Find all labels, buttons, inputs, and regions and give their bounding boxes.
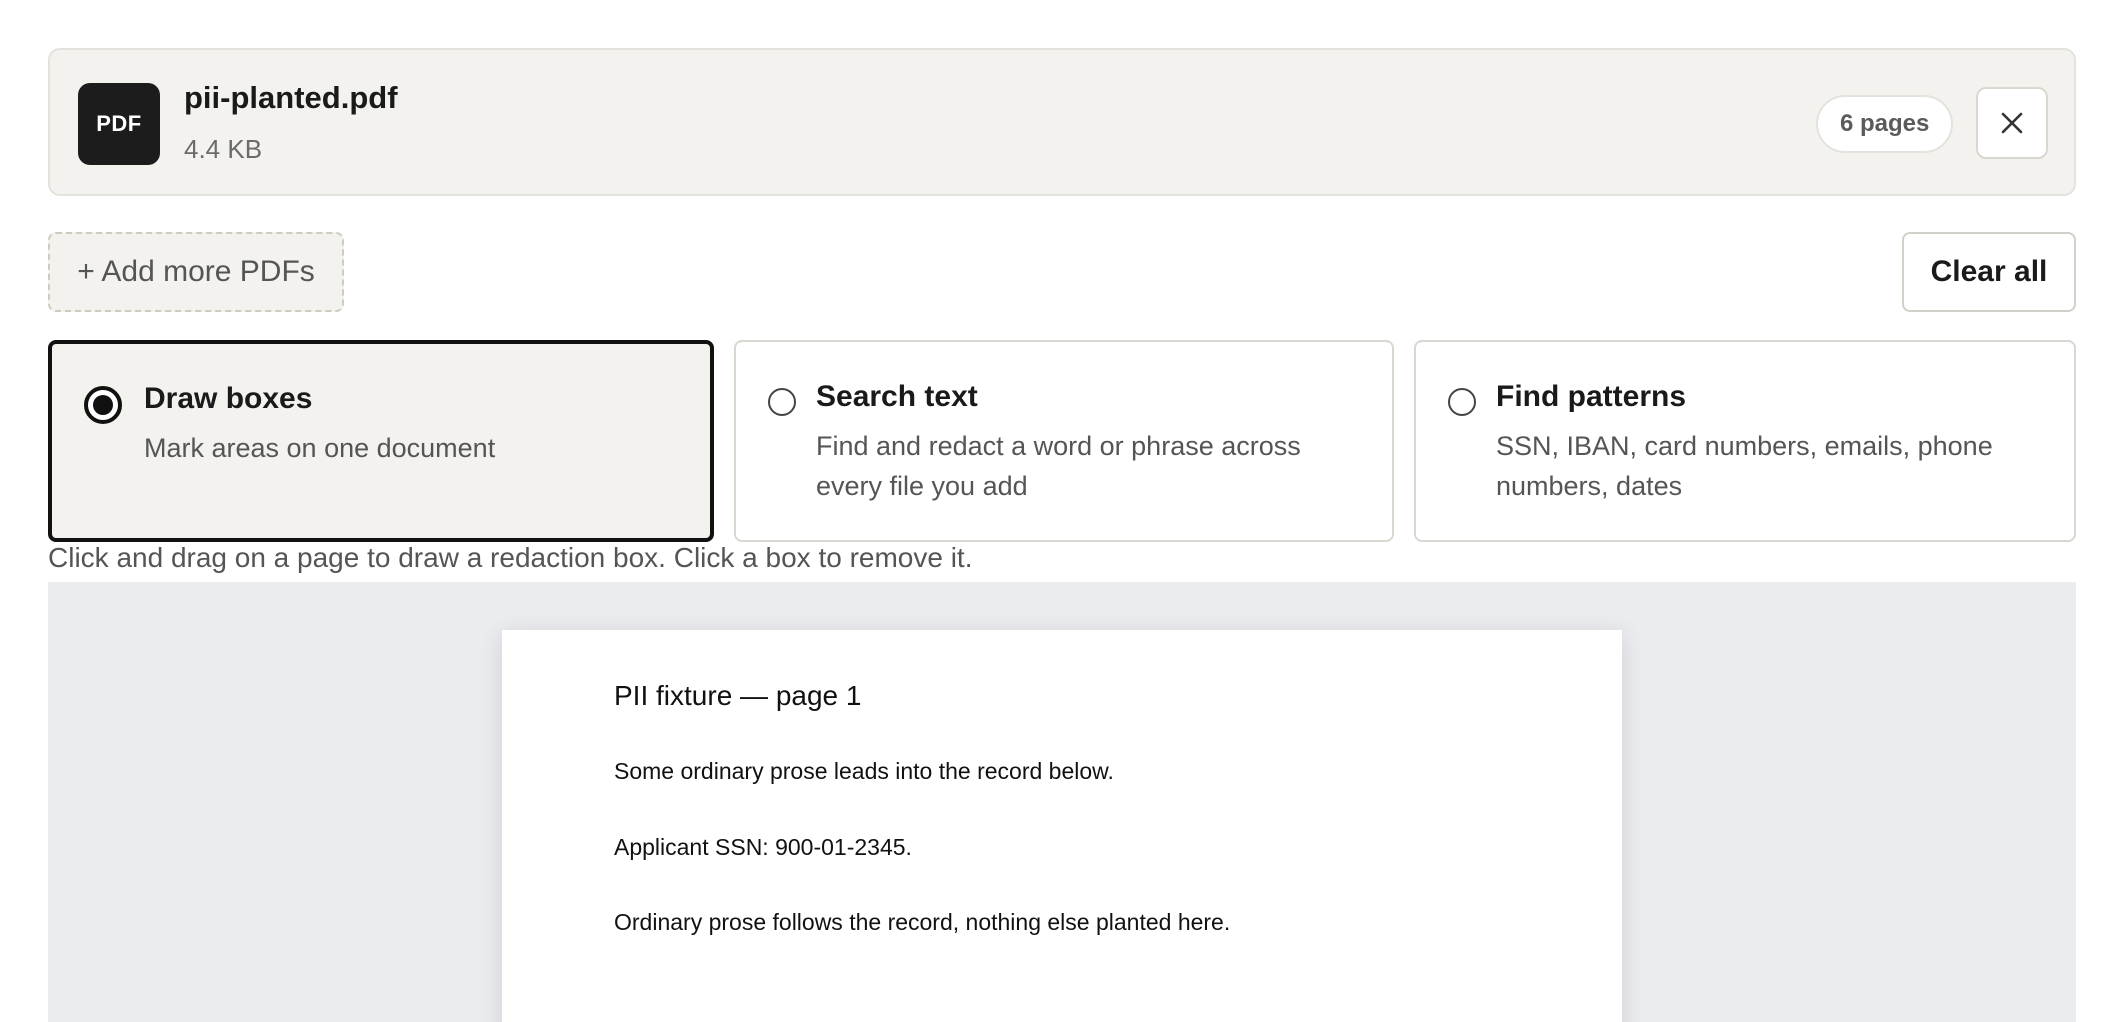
- page-heading: PII fixture — page 1: [614, 680, 862, 711]
- pdf-file-icon: PDF: [78, 83, 160, 165]
- mode-desc-search-text: Find and redact a word or phrase across …: [816, 431, 1301, 501]
- clear-all-button[interactable]: Clear all: [1902, 232, 2076, 312]
- page-text-line: Ordinary prose follows the record, nothi…: [614, 909, 1231, 935]
- mode-title-find-patterns: Find patterns: [1496, 380, 1687, 413]
- mode-title-search-text: Search text: [816, 380, 978, 413]
- mode-find-patterns[interactable]: Find patterns SSN, IBAN, card numbers, e…: [1414, 340, 2076, 542]
- mode-desc-draw-boxes: Mark areas on one document: [144, 433, 496, 463]
- mode-desc-find-patterns: SSN, IBAN, card numbers, emails, phone n…: [1496, 431, 1993, 501]
- page-text-line: Some ordinary prose leads into the recor…: [614, 758, 1114, 784]
- file-size: 4.4 KB: [184, 134, 263, 164]
- radio-find-patterns[interactable]: [1448, 388, 1476, 416]
- mode-draw-boxes[interactable]: Draw boxes Mark areas on one document: [48, 340, 714, 542]
- remove-file-button[interactable]: [1976, 87, 2048, 159]
- add-more-pdfs-button[interactable]: + Add more PDFs: [48, 232, 344, 312]
- pdf-page-canvas[interactable]: PII fixture — page 1 Some ordinary prose…: [502, 630, 1622, 1022]
- close-icon: [2001, 112, 2023, 134]
- page-count-badge: 6 pages: [1816, 95, 1954, 153]
- mode-search-text[interactable]: Search text Find and redact a word or ph…: [734, 340, 1394, 542]
- file-name: pii-planted.pdf: [184, 80, 398, 115]
- file-card: PDF pii-planted.pdf 4.4 KB 6 pages: [48, 48, 2076, 196]
- radio-draw-boxes[interactable]: [84, 386, 122, 424]
- radio-search-text[interactable]: [768, 388, 796, 416]
- mode-title-draw-boxes: Draw boxes: [144, 382, 313, 415]
- instruction-hint: Click and drag on a page to draw a redac…: [48, 542, 973, 573]
- document-viewer: PII fixture — page 1 Some ordinary prose…: [48, 582, 2076, 1022]
- page-text-line: Applicant SSN: 900-01-2345.: [614, 834, 912, 860]
